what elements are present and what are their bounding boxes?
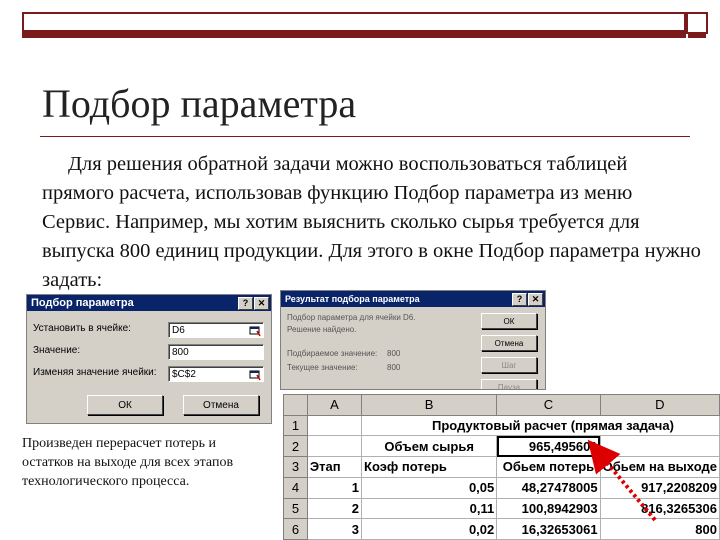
cell-c3[interactable]: Обьем потерь — [496, 456, 601, 478]
pause-button[interactable]: Пауза — [481, 379, 537, 389]
title-rule — [40, 136, 690, 137]
cell-a2[interactable] — [306, 435, 363, 458]
goal-seek-titlebar: Подбор параметра ? ✕ — [27, 295, 271, 311]
value-text: 800 — [172, 347, 189, 358]
slide-title: Подбор параметра — [42, 81, 357, 126]
row-header[interactable]: 4 — [283, 476, 308, 499]
cancel-button[interactable]: Отмена — [183, 395, 259, 415]
cell-b4[interactable]: 0,05 — [361, 476, 498, 499]
step-button[interactable]: Шаг — [481, 357, 537, 373]
cell-b1[interactable]: Продуктовый расчет (прямая задача) — [361, 414, 720, 437]
change-cell-label: Изменяя значение ячейки: — [33, 367, 157, 378]
ok-button[interactable]: ОК — [481, 313, 537, 329]
corner-cell[interactable] — [283, 394, 308, 416]
row-header[interactable]: 6 — [283, 518, 308, 540]
cell-a1[interactable] — [306, 414, 363, 437]
close-button[interactable]: ✕ — [254, 297, 269, 310]
result-title: Результат подбора параметра — [285, 294, 420, 304]
cell-d5[interactable]: 816,3265306 — [599, 497, 720, 520]
help-button[interactable]: ? — [512, 293, 527, 306]
paragraph-text: Для решения обратной задачи можно воспол… — [42, 153, 701, 291]
cell-b3[interactable]: Коэф потерь — [361, 456, 498, 478]
column-header-a[interactable]: A — [306, 394, 363, 416]
row-header[interactable]: 1 — [283, 414, 308, 437]
cell-a6[interactable]: 3 — [306, 518, 363, 540]
ok-button[interactable]: ОК — [87, 395, 163, 415]
caption-text: Произведен перерасчет потерь и остатков … — [22, 436, 234, 489]
result-line1: Подбор параметра для ячейки D6. — [287, 313, 416, 322]
cell-c4[interactable]: 48,27478005 — [496, 476, 601, 499]
top-decor-box-stripe — [688, 32, 706, 38]
cell-b6[interactable]: 0,02 — [361, 518, 498, 540]
cell-c5[interactable]: 100,8942903 — [496, 497, 601, 520]
cell-b5[interactable]: 0,11 — [361, 497, 498, 520]
cell-d6[interactable]: 800 — [599, 518, 720, 540]
change-cell-value: $C$2 — [172, 369, 196, 380]
cell-c2[interactable]: 965,495601 — [496, 435, 601, 458]
current-value: 800 — [387, 363, 401, 372]
range-picker-icon[interactable] — [249, 325, 261, 337]
cancel-button[interactable]: Отмена — [481, 335, 537, 351]
target-value: 800 — [387, 349, 401, 358]
goal-seek-dialog: Подбор параметра ? ✕ Установить в ячейке… — [26, 294, 272, 424]
cell-a5[interactable]: 2 — [306, 497, 363, 520]
row-header[interactable]: 5 — [283, 497, 308, 520]
slide-paragraph: Для решения обратной задачи можно воспол… — [42, 150, 702, 295]
top-decor-bar — [22, 12, 686, 38]
column-header-b[interactable]: B — [361, 394, 498, 416]
value-label: Значение: — [33, 345, 81, 356]
cell-b2[interactable]: Объем сырья — [361, 435, 498, 458]
close-button[interactable]: ✕ — [528, 293, 543, 306]
cell-d2[interactable] — [599, 435, 720, 458]
row-header[interactable]: 3 — [283, 456, 308, 478]
column-header-c[interactable]: C — [496, 394, 601, 416]
target-value-label: Подбираемое значение: — [287, 349, 378, 358]
cell-c6[interactable]: 16,32653061 — [496, 518, 601, 540]
cell-a4[interactable]: 1 — [306, 476, 363, 499]
cell-a3[interactable]: Этап — [306, 456, 363, 478]
result-titlebar: Результат подбора параметра ? ✕ — [281, 291, 545, 307]
change-cell-input[interactable]: $C$2 — [168, 366, 264, 382]
spreadsheet: A B C D 1 Продуктовый расчет (прямая зад… — [283, 394, 720, 540]
column-header-d[interactable]: D — [599, 394, 720, 416]
goal-seek-title: Подбор параметра — [31, 297, 134, 309]
value-input[interactable]: 800 — [168, 344, 264, 360]
current-value-label: Текущее значение: — [287, 363, 358, 372]
result-line2: Решение найдено. — [287, 325, 357, 334]
set-cell-label: Установить в ячейке: — [33, 323, 131, 334]
cell-d3[interactable]: Обьем на выходе — [599, 456, 720, 478]
range-picker-icon[interactable] — [249, 369, 261, 381]
help-button[interactable]: ? — [238, 297, 253, 310]
set-cell-input[interactable]: D6 — [168, 322, 264, 338]
goal-seek-result-dialog: Результат подбора параметра ? ✕ Подбор п… — [280, 290, 546, 390]
cell-d4[interactable]: 917,2208209 — [599, 476, 720, 499]
set-cell-value: D6 — [172, 325, 185, 336]
row-header[interactable]: 2 — [283, 435, 308, 458]
top-decor-box — [686, 12, 708, 34]
